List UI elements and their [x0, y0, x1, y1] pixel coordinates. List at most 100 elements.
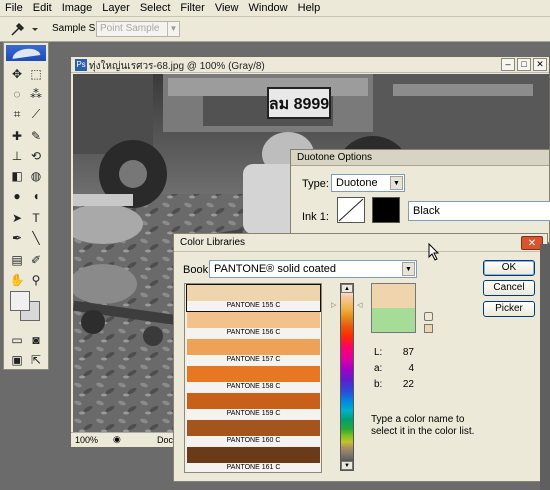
menu-filter[interactable]: Filter — [175, 2, 209, 14]
swatch-color — [187, 285, 320, 301]
swatch-color — [187, 366, 320, 382]
sample-size-select[interactable]: Point Sample ▼ — [96, 21, 180, 37]
duotone-dialog-title[interactable]: Duotone Options — [291, 150, 549, 166]
duotone-curve-icon — [338, 198, 364, 222]
swatch-color — [187, 339, 320, 355]
color-libraries-dialog: Color Libraries ✕ Book: PANTONE® solid c… — [173, 233, 548, 482]
options-bar: Sample Size: Point Sample ▼ — [0, 17, 550, 42]
menu-edit[interactable]: Edit — [28, 2, 57, 14]
foreground-color-swatch[interactable] — [10, 291, 30, 311]
web-safe-swatch-icon[interactable] — [424, 324, 433, 333]
ink1-name-field[interactable]: Black — [408, 201, 550, 221]
eraser-tool-icon[interactable]: ◧ — [8, 167, 26, 185]
menu-bar: File Edit Image Layer Select Filter View… — [0, 0, 550, 17]
type-tool-icon[interactable]: T — [27, 209, 45, 227]
line-tool-icon[interactable]: ╲ — [27, 229, 45, 247]
close-document-button[interactable]: ✕ — [533, 58, 547, 71]
swatch-item[interactable]: PANTONE 159 C — [187, 393, 320, 419]
swatch-name: PANTONE 156 C — [187, 328, 320, 338]
swatch-name: PANTONE 160 C — [187, 436, 320, 446]
pen-tool-icon[interactable]: ✒ — [8, 229, 26, 247]
dodge-tool-icon[interactable]: ◖ — [27, 187, 45, 205]
menu-help[interactable]: Help — [293, 2, 326, 14]
eyedropper-tool-preset-icon[interactable] — [8, 21, 40, 37]
swatch-name: PANTONE 161 C — [187, 463, 320, 472]
menu-layer[interactable]: Layer — [97, 2, 135, 14]
ink1-color-swatch[interactable] — [372, 197, 400, 223]
minimize-button[interactable]: – — [501, 58, 515, 71]
photoshop-doc-icon: Ps — [75, 59, 87, 71]
clone-stamp-tool-icon[interactable]: ⊥ — [8, 147, 26, 165]
document-titlebar[interactable]: Ps ทุ่งใหญ่นเรศวร-68.jpg @ 100% (Gray/8)… — [71, 57, 549, 73]
ink1-name: Black — [413, 205, 440, 217]
quick-mask-mode-icon[interactable]: ◙ — [27, 331, 45, 349]
chevron-down-icon: ▼ — [402, 262, 415, 276]
crop-tool-icon[interactable]: ⌗ — [8, 105, 26, 123]
swatch-name: PANTONE 155 C — [187, 301, 320, 311]
marquee-tool-icon[interactable]: ⬚ — [27, 65, 45, 83]
duotone-options-dialog: Duotone Options Type: Duotone ▼ Ink 1: B… — [290, 149, 550, 243]
brush-tool-icon[interactable]: ✎ — [27, 127, 45, 145]
swatch-item[interactable]: PANTONE 157 C — [187, 339, 320, 365]
menu-view[interactable]: View — [210, 2, 244, 14]
ink1-curve-box[interactable] — [337, 197, 365, 223]
chevron-down-icon: ▼ — [390, 176, 403, 190]
magic-wand-tool-icon[interactable]: ⁂ — [27, 85, 45, 103]
zoom-tool-icon[interactable]: ⚲ — [27, 271, 45, 289]
license-plate-text: ลม 8999 — [269, 96, 329, 113]
lab-a-label: a: — [374, 363, 383, 374]
blur-tool-icon[interactable]: ● — [8, 187, 26, 205]
swatch-color — [187, 393, 320, 409]
sample-size-value: Point Sample — [100, 23, 160, 34]
spectrum-slider[interactable]: ▲ ▼ — [340, 283, 354, 471]
type-value: Duotone — [336, 177, 378, 189]
swatch-name: PANTONE 159 C — [187, 409, 320, 419]
swatch-item[interactable]: PANTONE 158 C — [187, 366, 320, 392]
slider-right-arrow-icon: ◁ — [357, 302, 363, 309]
lab-l-value: 87 — [402, 347, 414, 358]
hand-tool-icon[interactable]: ✋ — [8, 271, 26, 289]
type-select[interactable]: Duotone ▼ — [331, 174, 405, 192]
maximize-button[interactable]: □ — [517, 58, 531, 71]
standard-mode-icon[interactable]: ▭ — [8, 331, 26, 349]
swatch-item[interactable]: PANTONE 161 C — [187, 447, 320, 472]
slice-tool-icon[interactable]: ⟋ — [27, 105, 45, 123]
new-color-preview — [371, 308, 416, 333]
background-edge — [540, 244, 550, 490]
swatch-item[interactable]: PANTONE 156 C — [187, 312, 320, 338]
book-label: Book: — [183, 264, 212, 276]
healing-brush-tool-icon[interactable]: ✚ — [8, 127, 26, 145]
color-libraries-title[interactable]: Color Libraries — [174, 234, 547, 252]
swatch-name: PANTONE 157 C — [187, 355, 320, 365]
menu-window[interactable]: Window — [244, 2, 293, 14]
scroll-down-icon[interactable]: ▼ — [341, 461, 353, 470]
jump-to-imageready-icon[interactable]: ⇱ — [27, 351, 45, 369]
notes-tool-icon[interactable]: ▤ — [8, 251, 26, 269]
menu-select[interactable]: Select — [135, 2, 176, 14]
cancel-button[interactable]: Cancel — [483, 280, 535, 296]
status-menu-icon[interactable]: ◉ — [113, 434, 121, 445]
screen-mode-icon[interactable]: ▣ — [8, 351, 26, 369]
chevron-down-icon: ▼ — [167, 22, 179, 36]
book-value: PANTONE® solid coated — [214, 263, 337, 275]
lasso-tool-icon[interactable]: ◌ — [8, 85, 26, 103]
scroll-up-icon[interactable]: ▲ — [341, 284, 353, 293]
swatch-list[interactable]: PANTONE 155 C PANTONE 156 C PANTONE 157 … — [184, 283, 322, 473]
swatch-item[interactable]: PANTONE 160 C — [187, 420, 320, 446]
ok-button[interactable]: OK — [483, 260, 535, 276]
menu-file[interactable]: File — [0, 2, 28, 14]
swatch-color — [187, 447, 320, 463]
gamut-warning-icon[interactable] — [424, 312, 433, 321]
book-select[interactable]: PANTONE® solid coated ▼ — [209, 260, 417, 278]
history-brush-tool-icon[interactable]: ⟲ — [27, 147, 45, 165]
menu-image[interactable]: Image — [57, 2, 98, 14]
photoshop-feather-icon[interactable] — [6, 45, 46, 61]
swatch-item[interactable]: PANTONE 155 C — [186, 284, 321, 312]
eyedropper-tool-icon[interactable]: ✐ — [27, 251, 45, 269]
zoom-level[interactable]: 100% — [75, 435, 98, 445]
paint-bucket-tool-icon[interactable]: ◍ — [27, 167, 45, 185]
move-tool-icon[interactable]: ✥ — [8, 65, 26, 83]
picker-button[interactable]: Picker — [483, 301, 535, 317]
path-selection-tool-icon[interactable]: ➤ — [8, 209, 26, 227]
document-title: ทุ่งใหญ่นเรศวร-68.jpg @ 100% (Gray/8) — [89, 61, 265, 72]
